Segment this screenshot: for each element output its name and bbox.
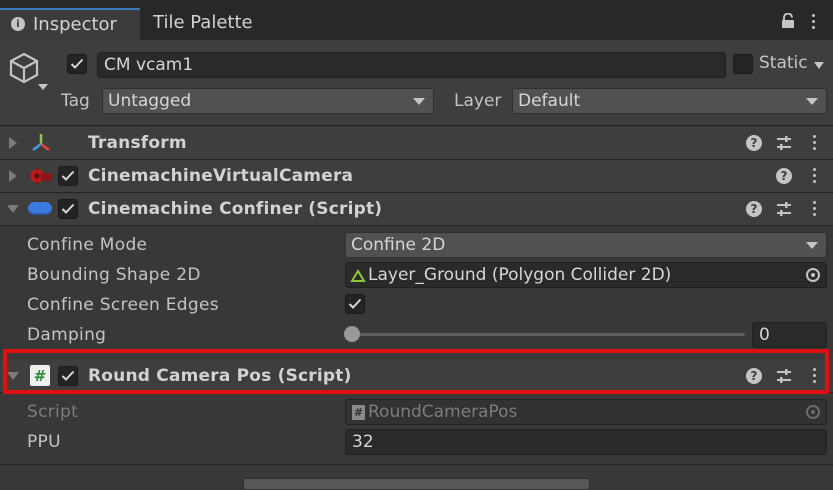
static-label: Static: [759, 53, 808, 73]
confine-edges-checkbox[interactable]: [345, 294, 365, 314]
object-name-value: CM vcam1: [104, 55, 194, 75]
help-icon[interactable]: ?: [776, 168, 792, 184]
bottom-divider: [0, 464, 833, 465]
ppu-value: 32: [352, 432, 374, 452]
script-field: # RoundCameraPos: [345, 399, 827, 425]
vcam-title: CinemachineVirtualCamera: [88, 166, 354, 186]
bounding-shape-value: Layer_Ground (Polygon Collider 2D): [368, 265, 672, 285]
csharp-script-icon: #: [352, 404, 365, 420]
chevron-down-icon[interactable]: [38, 84, 48, 90]
cinemachine-camera-icon: [28, 165, 52, 187]
bounding-shape-field[interactable]: Layer_Ground (Polygon Collider 2D): [345, 262, 827, 288]
object-picker-icon[interactable]: [806, 268, 820, 282]
object-header: CM vcam1 Static Tag Untagged Layer Defau…: [0, 40, 833, 126]
confine-mode-dropdown[interactable]: Confine 2D: [345, 232, 827, 258]
tab-inspector[interactable]: i Inspector: [0, 8, 140, 40]
tab-tile-palette[interactable]: Tile Palette: [140, 8, 270, 40]
tag-dropdown[interactable]: Untagged: [102, 88, 434, 114]
lock-icon[interactable]: [781, 12, 795, 29]
object-name-field[interactable]: CM vcam1: [97, 52, 726, 78]
presets-icon[interactable]: [776, 135, 792, 151]
polygon-collider-icon: [350, 268, 366, 282]
vcam-enabled-checkbox[interactable]: [58, 166, 78, 186]
script-label: Script: [27, 402, 79, 422]
script-value: RoundCameraPos: [368, 402, 518, 422]
foldout-collapsed-icon[interactable]: [9, 170, 17, 182]
highlight-box: [3, 349, 829, 394]
confine-edges-label: Confine Screen Edges: [27, 295, 219, 315]
layer-label: Layer: [454, 91, 502, 111]
ppu-label: PPU: [27, 432, 61, 452]
component-menu-icon[interactable]: [813, 168, 817, 183]
damping-value-field[interactable]: 0: [752, 322, 827, 348]
confiner-enabled-checkbox[interactable]: [58, 199, 78, 219]
confine-mode-value: Confine 2D: [351, 235, 446, 255]
static-checkbox[interactable]: [733, 54, 753, 74]
transform-icon: [30, 132, 52, 154]
damping-value: 0: [759, 325, 770, 345]
tab-menu-icon[interactable]: [812, 14, 816, 29]
damping-slider-track[interactable]: [350, 333, 745, 336]
component-transform[interactable]: Transform ?: [0, 127, 833, 160]
tag-value: Untagged: [108, 91, 192, 111]
bounding-shape-label: Bounding Shape 2D: [27, 265, 201, 285]
active-checkbox[interactable]: [67, 54, 87, 74]
static-dropdown-caret[interactable]: [814, 62, 824, 69]
script-pill-icon: [28, 202, 52, 215]
foldout-expanded-icon[interactable]: [7, 205, 19, 213]
presets-icon[interactable]: [776, 201, 792, 217]
component-cinemachine-virtual-camera[interactable]: CinemachineVirtualCamera ?: [0, 160, 833, 193]
tab-bar: i Inspector Tile Palette: [0, 0, 833, 40]
tab-tile-palette-label: Tile Palette: [153, 12, 253, 33]
tag-label: Tag: [61, 91, 90, 111]
damping-label: Damping: [27, 325, 107, 345]
foldout-collapsed-icon[interactable]: [9, 137, 17, 149]
object-picker-icon: [806, 405, 820, 419]
help-icon[interactable]: ?: [746, 135, 762, 151]
component-menu-icon[interactable]: [813, 201, 817, 216]
layer-value: Default: [518, 91, 581, 111]
confiner-title: Cinemachine Confiner (Script): [88, 199, 383, 219]
damping-slider-thumb[interactable]: [344, 326, 360, 342]
transform-title: Transform: [88, 133, 187, 153]
ppu-field[interactable]: 32: [345, 429, 827, 455]
add-component-button[interactable]: [243, 478, 590, 490]
help-icon[interactable]: ?: [746, 201, 762, 217]
chevron-down-icon: [413, 98, 425, 105]
component-menu-icon[interactable]: [813, 135, 817, 150]
confine-mode-label: Confine Mode: [27, 235, 148, 255]
gameobject-cube-icon: [6, 50, 42, 86]
tab-inspector-label: Inspector: [33, 14, 117, 35]
layer-dropdown[interactable]: Default: [512, 88, 827, 114]
component-cinemachine-confiner[interactable]: Cinemachine Confiner (Script) ?: [0, 193, 833, 226]
chevron-down-icon: [806, 242, 818, 249]
info-icon: i: [11, 17, 25, 31]
chevron-down-icon: [806, 98, 818, 105]
